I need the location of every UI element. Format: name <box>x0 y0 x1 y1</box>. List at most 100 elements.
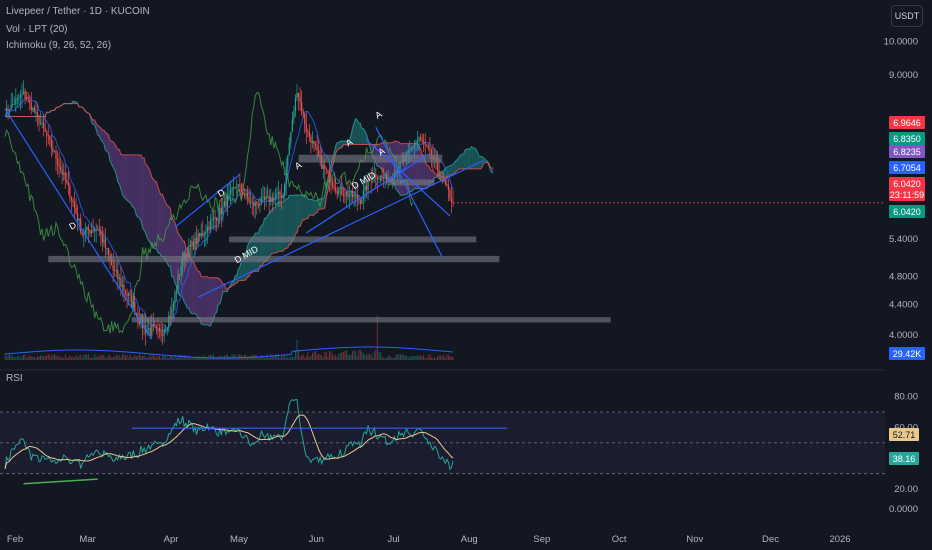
volume-bar <box>104 357 106 360</box>
candle-body <box>18 97 20 99</box>
kumo-segment <box>462 153 464 169</box>
kumo-segment <box>153 178 155 249</box>
ichimoku-indicator-label[interactable]: Ichimoku (9, 26, 52, 26) <box>6 40 111 51</box>
volume-bar <box>52 354 54 360</box>
candle-body <box>270 197 272 203</box>
rsi-support-line <box>23 478 98 485</box>
volume-bar <box>389 355 391 360</box>
candle-body <box>279 191 281 196</box>
candle-body <box>100 230 102 235</box>
candle-body <box>302 110 304 114</box>
trading-chart[interactable]: DDD MIDAAD MIDAA 10.00009.00007.80005.40… <box>0 0 932 550</box>
volume-indicator-label[interactable]: Vol · LPT (20) <box>6 24 68 35</box>
candle-body <box>39 123 42 125</box>
volume-bar <box>165 356 167 360</box>
volume-bar <box>128 357 130 360</box>
time-tick-label: May <box>230 534 248 545</box>
candle-body <box>316 146 318 151</box>
candle-body <box>437 161 439 171</box>
volume-bar <box>15 357 17 360</box>
candle-body <box>27 99 29 101</box>
rsi-tick-label: 20.00 <box>894 484 918 495</box>
volume-bar <box>182 355 184 360</box>
candle-body <box>114 269 116 271</box>
candle-body <box>356 195 358 200</box>
support-zone <box>229 236 477 243</box>
kumo-segment <box>199 271 202 325</box>
kumo-segment <box>154 181 157 249</box>
volume-bar <box>213 354 215 360</box>
candle-body <box>217 217 219 221</box>
kumo-segment <box>361 128 364 145</box>
kumo-segment <box>358 122 361 145</box>
volume-bar <box>345 350 347 360</box>
volume-bar <box>145 357 147 360</box>
kumo-segment <box>128 154 131 203</box>
kumo-segment <box>159 191 162 257</box>
rsi-pane[interactable] <box>0 369 885 485</box>
candle-body <box>78 218 80 221</box>
candlestick-series[interactable] <box>5 80 454 346</box>
volume-bar <box>41 355 43 360</box>
candle-body <box>189 245 191 247</box>
kumo-segment <box>466 148 469 169</box>
volume-bar <box>27 356 29 360</box>
candle-body <box>260 197 263 205</box>
candle-body <box>291 119 293 133</box>
candle-body <box>253 202 255 207</box>
candle-body <box>128 293 130 296</box>
volume-bar <box>437 356 439 360</box>
candle-body <box>161 335 164 337</box>
volume-bar <box>197 355 199 360</box>
candle-body <box>274 196 276 198</box>
candle-body <box>256 201 258 205</box>
currency-button[interactable]: USDT <box>891 5 923 27</box>
candle-body <box>197 233 199 244</box>
kumo-segment <box>198 271 200 319</box>
candle-body <box>21 94 23 96</box>
volume-bar <box>38 356 40 360</box>
candle-body <box>277 191 280 195</box>
candle-body <box>347 191 349 197</box>
volume-bar <box>149 354 151 360</box>
candle-body <box>407 150 409 152</box>
candle-body <box>314 144 317 147</box>
kumo-segment <box>131 154 134 208</box>
candle-body <box>263 196 266 200</box>
kumo-segment <box>357 120 359 145</box>
candle-body <box>225 201 227 207</box>
price-tick-label: 10.0000 <box>884 36 918 47</box>
volume-bar <box>162 355 164 360</box>
volume-bar <box>384 357 386 360</box>
volume-bar <box>103 354 105 360</box>
kumo-segment <box>150 171 152 246</box>
volume-bar <box>78 355 80 360</box>
kumo-segment <box>215 277 217 314</box>
candle-body <box>12 104 14 106</box>
volume-bar <box>138 354 140 360</box>
symbol-title[interactable]: Livepeer / Tether · 1D · KUCOIN <box>6 6 150 17</box>
candle-body <box>426 144 428 146</box>
volume-bar <box>342 351 344 360</box>
candle-body <box>43 123 45 128</box>
candle-body <box>245 193 247 196</box>
candle-body <box>72 200 74 203</box>
time-axis[interactable]: Feb Mar Apr May Jun Jul Aug Sep Oct Nov Dec 2026 <box>7 534 851 545</box>
volume-bar <box>396 354 398 360</box>
kumo-segment <box>174 222 177 286</box>
candle-body <box>56 158 59 165</box>
candle-body <box>438 170 440 177</box>
candle-body <box>259 204 261 206</box>
price-axis[interactable]: 10.00009.00007.80005.40004.80004.40004.0… <box>884 36 918 515</box>
candle-body <box>450 198 453 202</box>
kumo-segment <box>278 201 281 252</box>
candle-body <box>336 190 338 194</box>
candle-body <box>41 123 43 125</box>
candle-body <box>58 164 60 167</box>
candle-body <box>50 139 52 148</box>
candle-body <box>285 166 287 185</box>
volume-bar <box>400 354 402 360</box>
volume-bar <box>432 357 434 360</box>
rsi-indicator-label[interactable]: RSI <box>6 373 23 384</box>
candle-body <box>192 241 195 250</box>
